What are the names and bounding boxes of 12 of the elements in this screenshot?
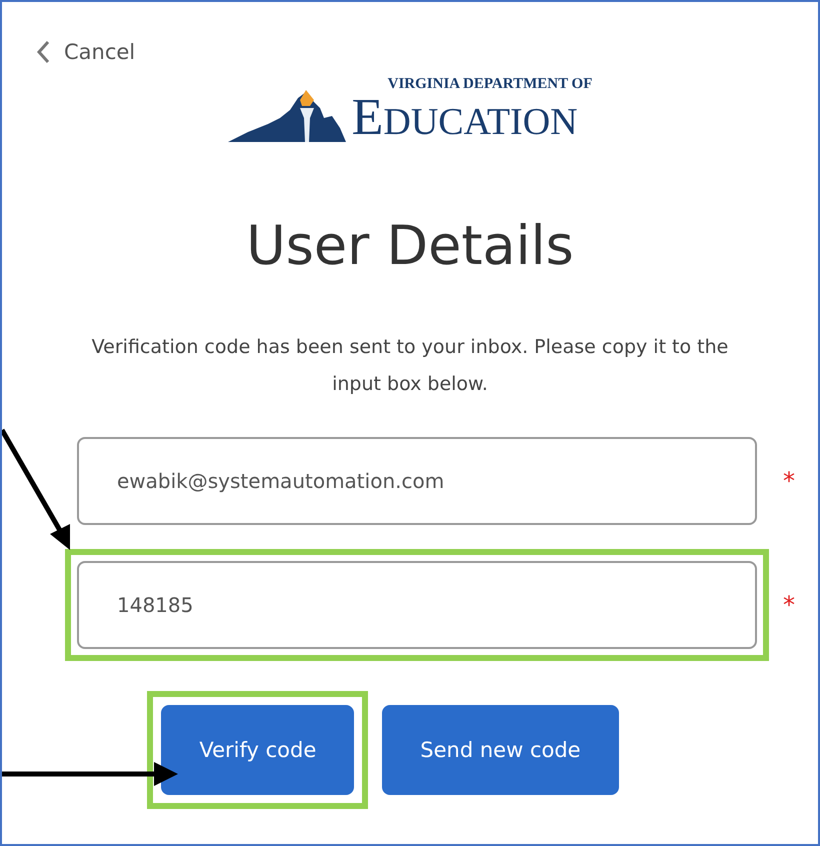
- cancel-link[interactable]: Cancel: [36, 40, 136, 64]
- required-mark: *: [783, 591, 795, 619]
- required-mark: *: [783, 467, 795, 495]
- input-field[interactable]: ewabik@systemautomation.com: [77, 437, 757, 525]
- chevron-left-icon: [36, 40, 50, 64]
- verify-button[interactable]: Verify code: [161, 705, 354, 795]
- logo-text: VIRGINIA DEPARTMENT OF: [388, 77, 592, 92]
- page-title: User Details: [246, 214, 574, 277]
- logo-text: EDUCATION: [352, 92, 579, 144]
- instruction-text: Verification code has been sent to your inbox. Please copy it to the input box below.: [90, 335, 730, 397]
- send-code-button[interactable]: Send new code: [382, 705, 619, 795]
- input-field[interactable]: 148185: [77, 561, 757, 649]
